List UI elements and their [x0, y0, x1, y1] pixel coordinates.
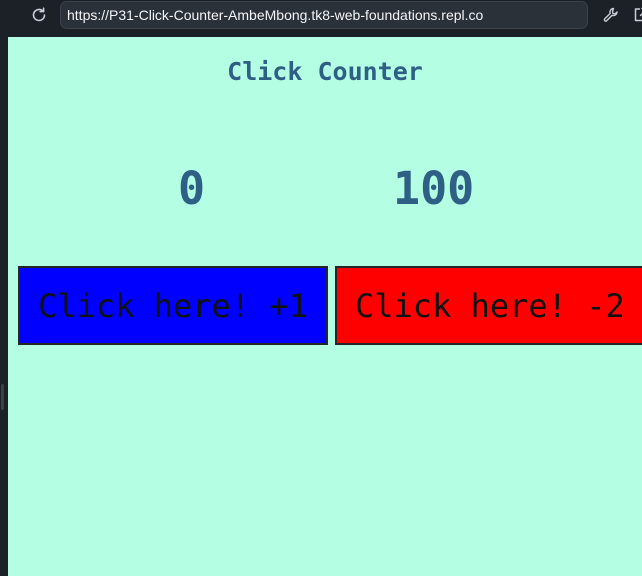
- url-bar[interactable]: https://P31-Click-Counter-AmbeMbong.tk8-…: [60, 1, 588, 29]
- open-in-new-tab-button[interactable]: [630, 4, 642, 26]
- page-title: Click Counter: [227, 57, 423, 86]
- increment-button[interactable]: Click here! +1: [18, 266, 328, 345]
- page-viewport: Click Counter 0 100 Click here! +1 Click…: [8, 37, 642, 576]
- browser-toolbar: https://P31-Click-Counter-AmbeMbong.tk8-…: [8, 0, 642, 36]
- counter-value-right: 100: [393, 162, 475, 215]
- external-link-icon: [634, 7, 642, 22]
- reload-icon: [32, 7, 46, 22]
- reload-button[interactable]: [28, 4, 50, 26]
- decrement-button[interactable]: Click here! -2: [335, 266, 642, 345]
- wrench-icon: [603, 7, 618, 22]
- left-gutter: [0, 0, 8, 576]
- counter-value-left: 0: [178, 162, 206, 215]
- url-text: https://P31-Click-Counter-AmbeMbong.tk8-…: [67, 7, 484, 23]
- resize-handle[interactable]: [1, 384, 4, 410]
- devtools-button[interactable]: [600, 4, 622, 26]
